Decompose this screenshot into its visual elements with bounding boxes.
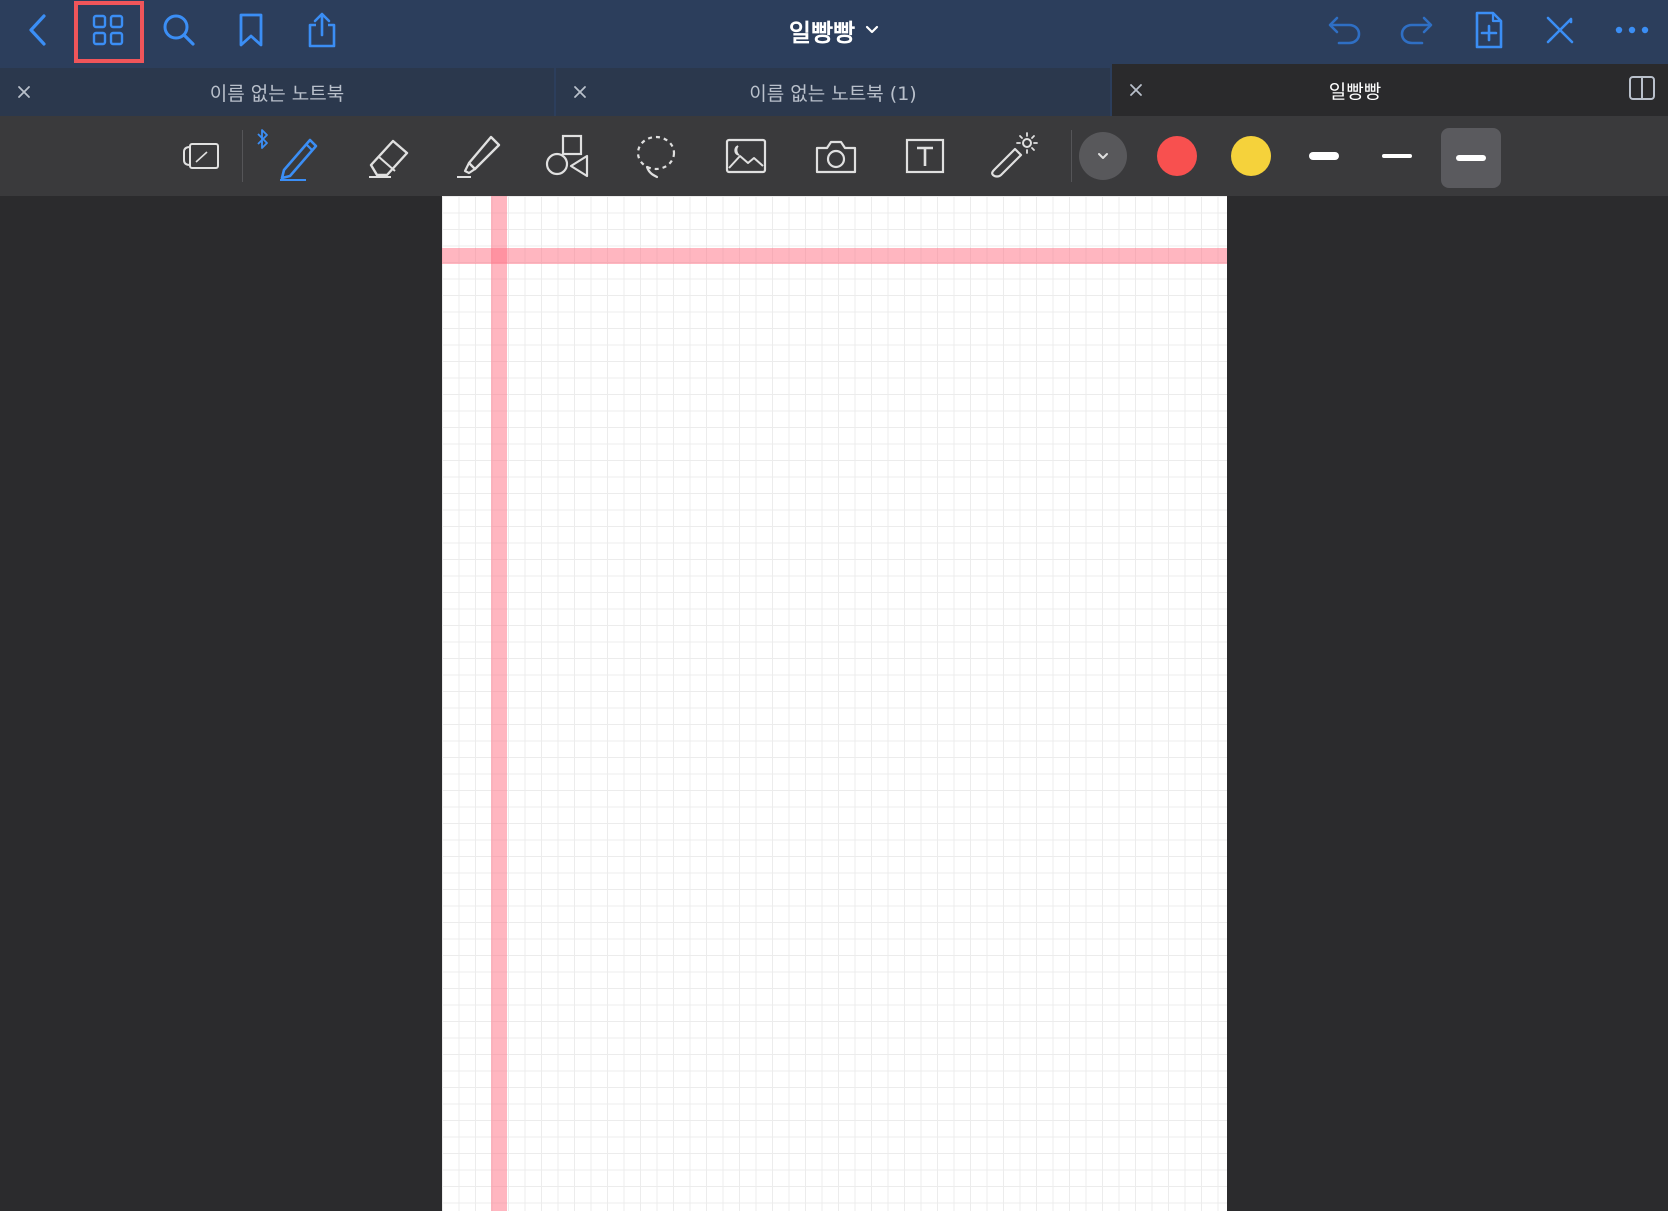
bluetooth-icon — [257, 129, 268, 149]
stroke-sample — [1456, 155, 1486, 161]
highlighter-icon — [457, 135, 501, 178]
eraser-icon — [369, 139, 409, 178]
close-icon — [18, 86, 30, 98]
tab-bar: 이름 없는 노트북 이름 없는 노트북 (1) 일빵빵 — [0, 64, 1668, 116]
pen-icon — [280, 138, 318, 181]
add-page-button[interactable] — [1459, 0, 1519, 60]
canvas-area — [0, 196, 1668, 1211]
split-view-icon — [1629, 76, 1655, 100]
grid-icon — [92, 14, 124, 46]
image-tool[interactable] — [714, 124, 778, 188]
stroke-width-thin[interactable] — [1367, 136, 1427, 176]
camera-icon — [815, 140, 857, 174]
search-icon — [163, 14, 195, 46]
top-navigation-bar: 일빵빵 — [0, 0, 1668, 68]
undo-button[interactable] — [1315, 0, 1375, 60]
page-margin-horizontal — [442, 248, 1227, 264]
laser-pointer-icon — [991, 132, 1038, 178]
shapes-tool[interactable] — [535, 124, 599, 188]
split-view-button[interactable] — [1626, 72, 1658, 104]
document-title-button[interactable]: 일빵빵 — [789, 13, 879, 48]
highlighter-tool[interactable] — [446, 124, 510, 188]
lasso-icon — [636, 135, 676, 179]
stroke-width-thick[interactable] — [1294, 136, 1354, 176]
pen-off-button[interactable] — [1530, 0, 1590, 60]
pen-tool[interactable] — [266, 124, 330, 188]
page-margin-vertical — [491, 196, 507, 1211]
tab-label: 일빵빵 — [1328, 80, 1382, 103]
notebook-page[interactable] — [442, 196, 1227, 1211]
chevron-down-icon — [1098, 153, 1108, 159]
redo-button[interactable] — [1386, 0, 1446, 60]
thumbnails-button[interactable] — [78, 0, 138, 60]
bookmark-button[interactable] — [221, 0, 281, 60]
tools-bar — [0, 116, 1668, 196]
share-icon — [308, 12, 336, 48]
lasso-tool[interactable] — [624, 124, 688, 188]
tool-divider — [1071, 130, 1072, 182]
text-tool[interactable] — [893, 124, 957, 188]
tab-close-button[interactable] — [570, 82, 590, 102]
tab-notebook-2[interactable]: 이름 없는 노트북 (1) — [556, 68, 1110, 116]
camera-tool[interactable] — [804, 124, 868, 188]
chevron-down-icon — [866, 25, 879, 34]
document-title: 일빵빵 — [788, 18, 856, 47]
bookmark-icon — [239, 13, 263, 47]
tab-label: 이름 없는 노트북 (1) — [749, 82, 917, 105]
search-button[interactable] — [149, 0, 209, 60]
color-swatch-red[interactable] — [1157, 136, 1197, 176]
tab-close-button[interactable] — [1126, 80, 1146, 100]
add-page-icon — [1475, 11, 1503, 49]
tab-label: 이름 없는 노트북 — [209, 82, 345, 105]
share-button[interactable] — [292, 0, 352, 60]
read-only-icon — [183, 143, 219, 169]
back-button[interactable] — [8, 0, 68, 60]
tool-divider — [242, 130, 243, 182]
read-only-mode-button[interactable] — [169, 124, 233, 188]
undo-icon — [1328, 16, 1361, 45]
laser-pointer-tool[interactable] — [982, 124, 1046, 188]
tab-close-button[interactable] — [14, 82, 34, 102]
image-icon — [725, 138, 767, 174]
text-icon — [905, 138, 945, 174]
redo-icon — [1400, 16, 1433, 45]
more-icon — [1615, 26, 1649, 34]
tab-notebook-active[interactable]: 일빵빵 — [1112, 64, 1668, 116]
back-icon — [29, 14, 46, 46]
color-picker-button[interactable] — [1079, 132, 1127, 180]
eraser-tool[interactable] — [356, 124, 420, 188]
more-button[interactable] — [1602, 0, 1662, 60]
pen-off-icon — [1546, 16, 1574, 44]
stroke-sample — [1382, 154, 1412, 158]
tab-notebook-1[interactable]: 이름 없는 노트북 — [0, 68, 554, 116]
stroke-width-medium[interactable] — [1441, 128, 1501, 188]
close-icon — [574, 86, 586, 98]
color-swatch-yellow[interactable] — [1231, 136, 1271, 176]
stroke-sample — [1309, 152, 1339, 160]
shapes-icon — [545, 134, 589, 178]
close-icon — [1130, 84, 1142, 96]
